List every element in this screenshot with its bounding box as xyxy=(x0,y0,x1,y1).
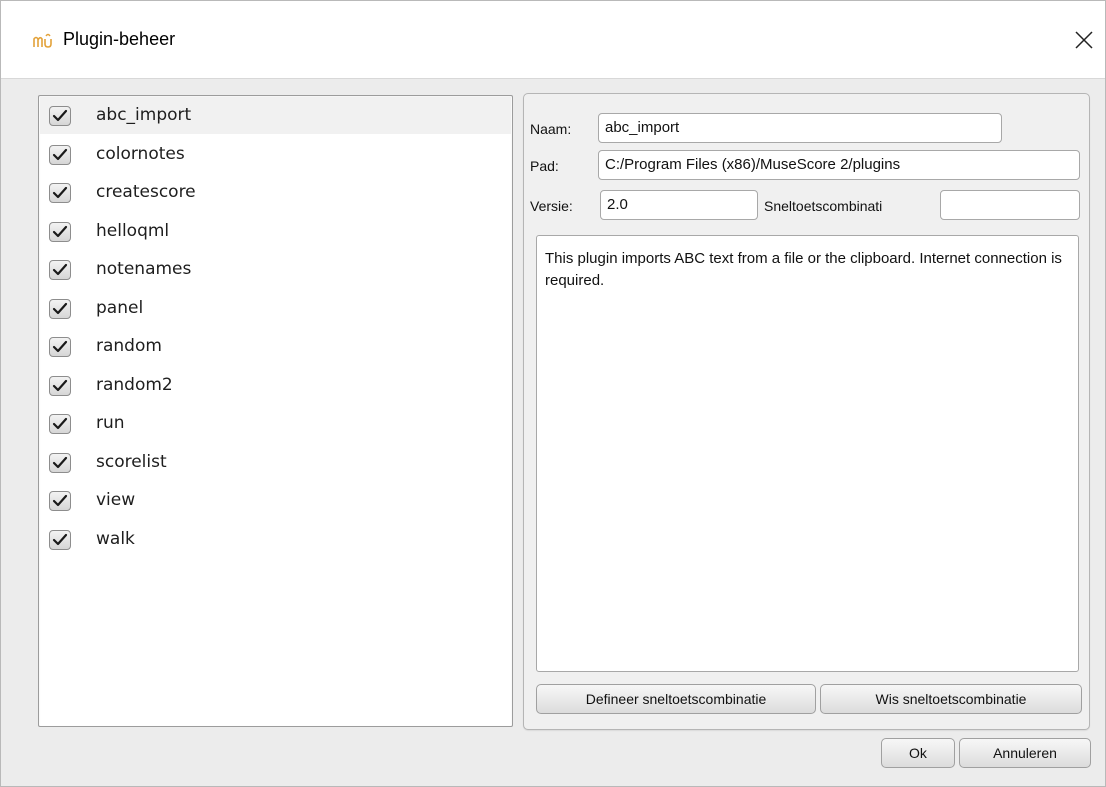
checkmark-icon xyxy=(52,533,68,547)
define-shortcut-button[interactable]: Defineer sneltoetscombinatie xyxy=(536,684,816,714)
shortcut-label: Sneltoetscombinati xyxy=(764,198,883,214)
plugin-enabled-checkbox[interactable] xyxy=(49,260,71,280)
ok-button[interactable]: Ok xyxy=(881,738,955,768)
version-label: Versie: xyxy=(530,198,573,214)
plugin-list-item[interactable]: createscore xyxy=(40,174,511,211)
plugin-enabled-checkbox[interactable] xyxy=(49,375,71,396)
checkmark-icon xyxy=(52,456,68,470)
plugin-list-item[interactable]: view xyxy=(40,482,511,519)
close-button[interactable] xyxy=(1067,23,1101,57)
plugin-list-item[interactable]: colornotes xyxy=(40,136,511,173)
plugin-name-label: random xyxy=(96,336,162,356)
clear-shortcut-button[interactable]: Wis sneltoetscombinatie xyxy=(820,684,1082,714)
checkmark-icon xyxy=(52,109,68,123)
plugin-list-item[interactable]: helloqml xyxy=(40,213,511,250)
plugin-enabled-checkbox[interactable] xyxy=(49,337,71,357)
plugin-enabled-checkbox[interactable] xyxy=(49,452,71,473)
checkmark-icon xyxy=(52,340,68,354)
plugin-name-label: run xyxy=(96,413,125,433)
name-field[interactable]: abc_import xyxy=(598,113,1002,143)
plugin-list-item[interactable]: walk xyxy=(40,521,511,558)
path-field[interactable]: C:/Program Files (x86)/MuseScore 2/plugi… xyxy=(598,150,1080,180)
checkmark-icon xyxy=(52,263,68,277)
cancel-button[interactable]: Annuleren xyxy=(959,738,1091,768)
plugin-enabled-checkbox[interactable] xyxy=(49,298,71,319)
version-field[interactable]: 2.0 xyxy=(600,190,758,220)
plugin-list[interactable]: abc_import colornotes createscore helloqml n… xyxy=(38,95,513,727)
checkmark-icon xyxy=(52,225,68,239)
plugin-list-item[interactable]: run xyxy=(40,405,511,442)
plugin-enabled-checkbox[interactable] xyxy=(49,183,71,203)
path-label: Pad: xyxy=(530,158,559,174)
title-bar: Plugin-beheer xyxy=(1,1,1105,79)
plugin-list-item[interactable]: random xyxy=(40,328,511,365)
name-label: Naam: xyxy=(530,121,572,137)
plugin-enabled-checkbox[interactable] xyxy=(49,414,71,434)
plugin-details-panel: Naam: abc_import Pad: C:/Program Files (… xyxy=(523,93,1090,730)
checkmark-icon xyxy=(52,494,68,508)
plugin-enabled-checkbox[interactable] xyxy=(49,106,71,126)
checkmark-icon xyxy=(52,148,68,162)
plugin-name-label: helloqml xyxy=(96,220,170,241)
musescore-app-icon xyxy=(33,31,55,51)
plugin-list-item[interactable]: random2 xyxy=(40,367,511,404)
plugin-name-label: panel xyxy=(96,297,144,318)
plugin-name-label: notenames xyxy=(96,259,192,279)
checkmark-icon xyxy=(52,417,68,431)
plugin-enabled-checkbox[interactable] xyxy=(49,529,71,550)
plugin-name-label: view xyxy=(96,490,136,510)
dialog-body: abc_import colornotes createscore helloqml n… xyxy=(1,79,1105,786)
plugin-name-label: abc_import xyxy=(96,105,192,125)
checkmark-icon xyxy=(52,379,68,393)
close-icon xyxy=(1075,31,1093,49)
checkmark-icon xyxy=(52,302,68,316)
plugin-enabled-checkbox[interactable] xyxy=(49,491,71,511)
plugin-manager-dialog: Plugin-beheer abc_import colornotes create… xyxy=(0,0,1106,787)
plugin-list-item[interactable]: panel xyxy=(40,290,511,327)
plugin-name-label: random2 xyxy=(96,374,173,395)
plugin-list-item[interactable]: notenames xyxy=(40,251,511,288)
plugin-enabled-checkbox[interactable] xyxy=(49,221,71,242)
window-title: Plugin-beheer xyxy=(63,29,176,49)
checkmark-icon xyxy=(52,186,68,200)
shortcut-field[interactable] xyxy=(940,190,1080,220)
description-text: This plugin imports ABC text from a file… xyxy=(536,235,1079,672)
plugin-name-label: createscore xyxy=(96,182,196,202)
plugin-enabled-checkbox[interactable] xyxy=(49,144,71,165)
plugin-name-label: walk xyxy=(96,528,135,549)
plugin-name-label: scorelist xyxy=(96,451,167,472)
plugin-list-item[interactable]: scorelist xyxy=(40,444,511,481)
plugin-name-label: colornotes xyxy=(96,143,185,164)
plugin-list-item[interactable]: abc_import xyxy=(40,97,511,134)
